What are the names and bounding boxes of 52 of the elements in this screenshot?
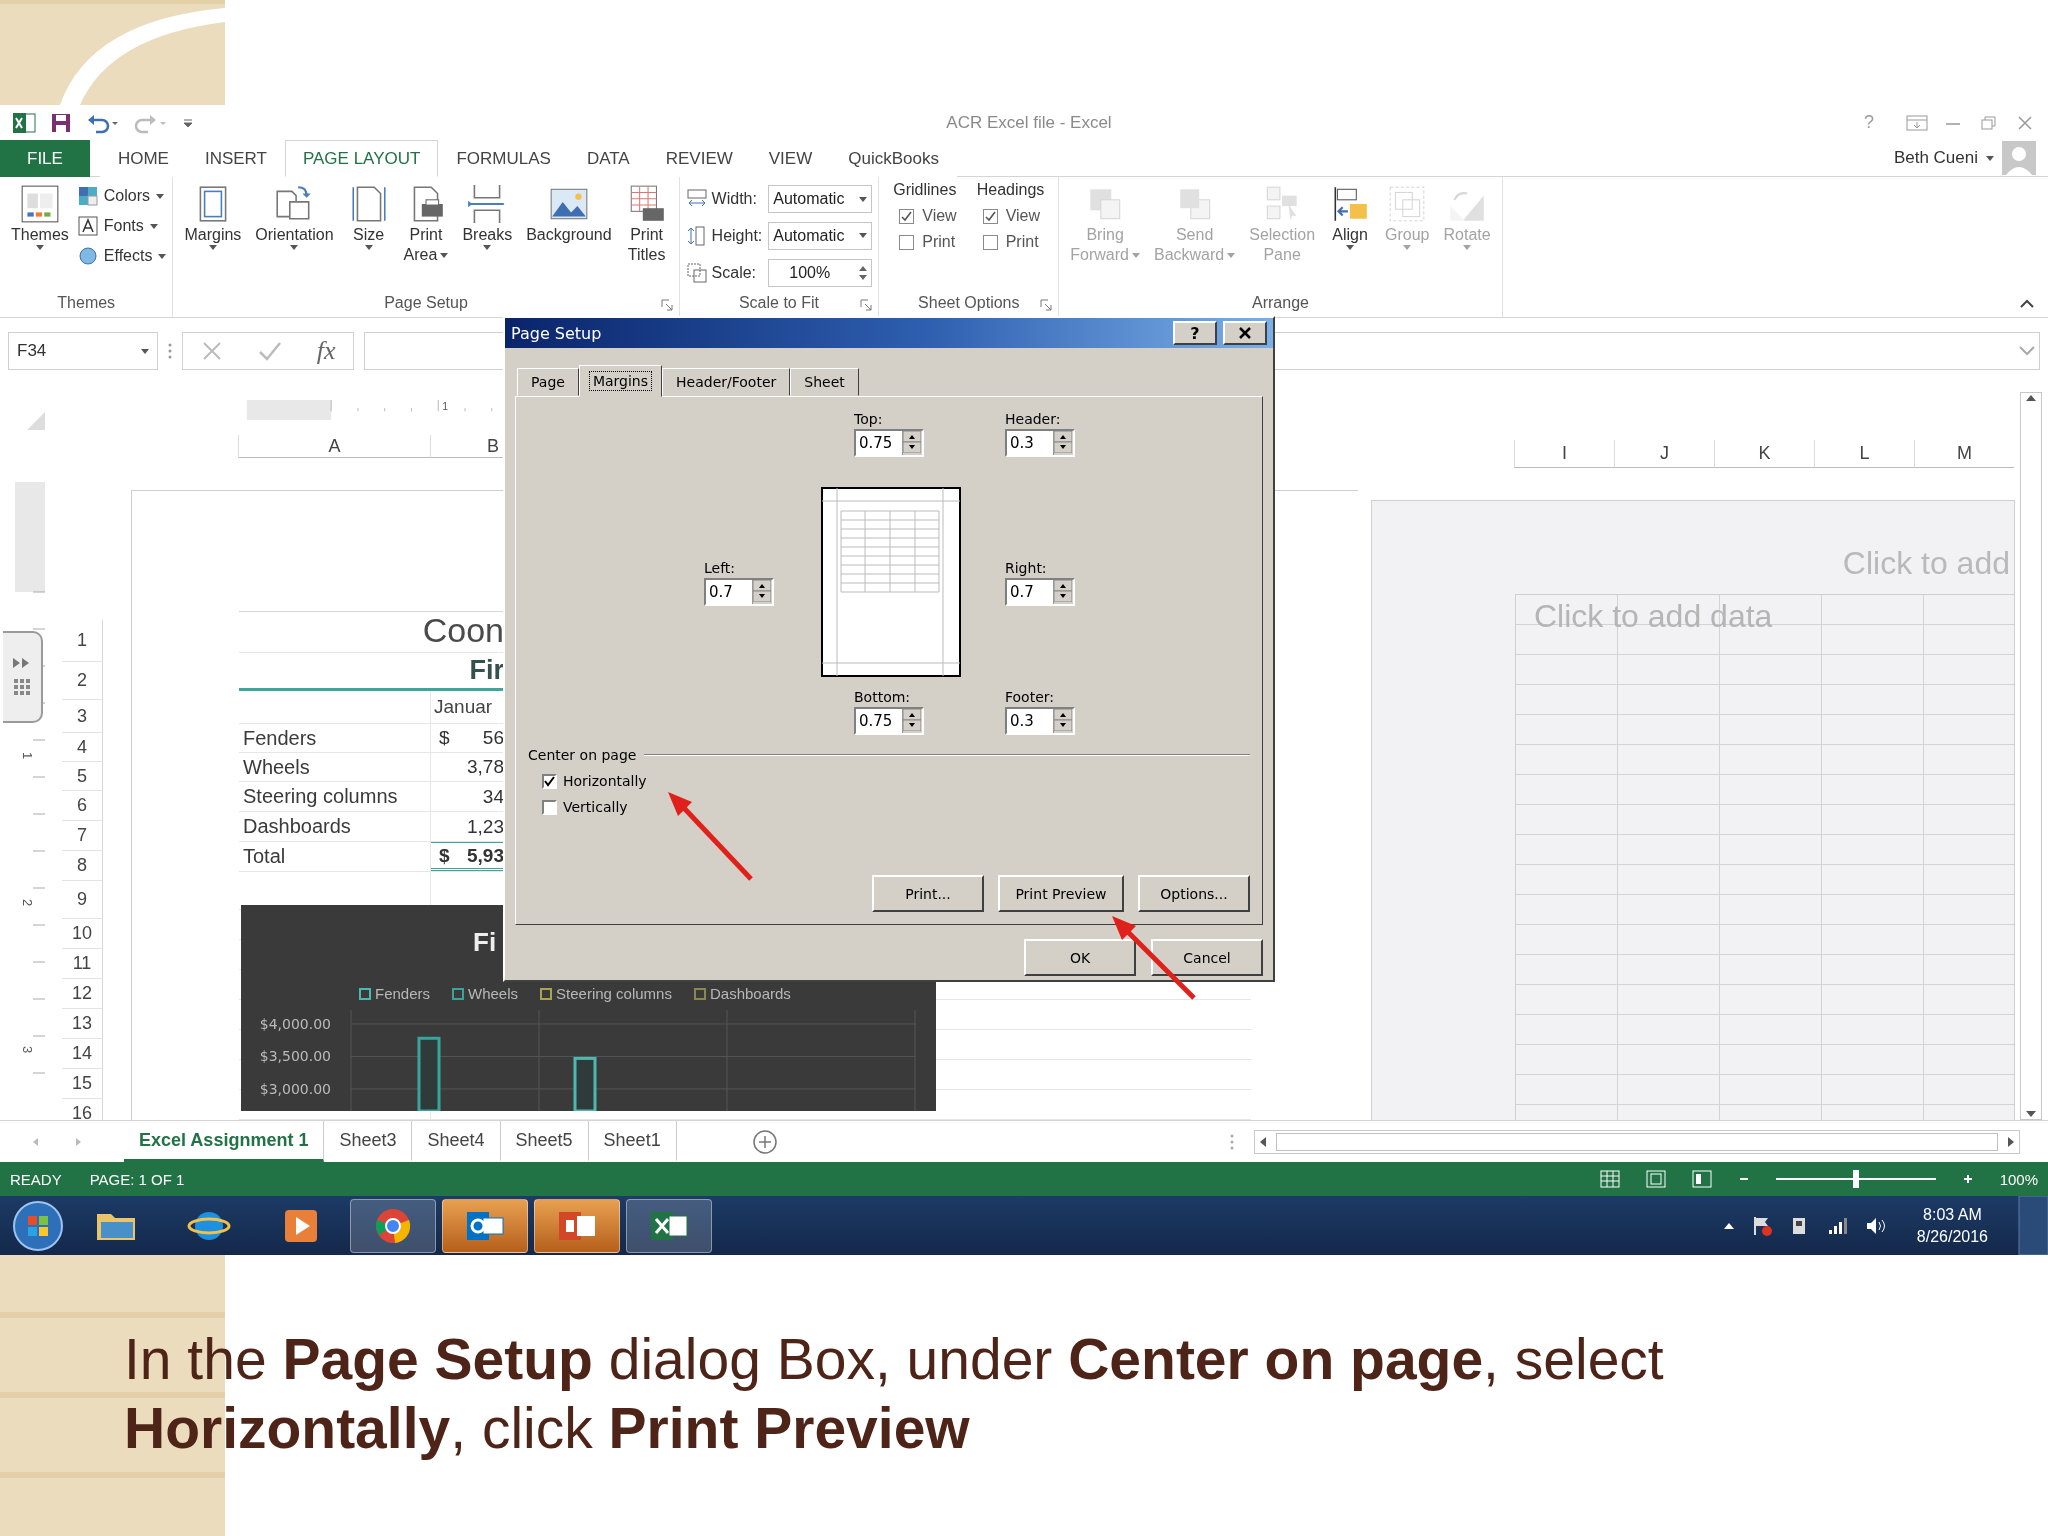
group-label: Themes: [57, 294, 116, 312]
table-title: Coon: [421, 612, 505, 651]
field-label: Top:: [854, 411, 884, 427]
field-label: Bottom:: [854, 689, 912, 705]
axis-label: $3,500.00: [259, 1048, 331, 1065]
group-label: Page Setup: [384, 294, 468, 312]
option-group-title: Gridlines: [893, 181, 957, 199]
window-title: ACR Excel file - Excel: [945, 112, 1113, 133]
ruler-label: 1: [442, 400, 449, 412]
ruler-label: 1: [20, 752, 35, 760]
table-cell-text: 3,78: [466, 755, 505, 779]
table-cell: Wheels: [239, 753, 431, 781]
ruler-label: 2: [20, 899, 35, 907]
axis-label: $3,000.00: [259, 1080, 331, 1097]
table-subtitle: Fir: [468, 654, 505, 687]
legend-item: Fenders: [359, 985, 431, 1002]
field-label: Left:: [704, 560, 737, 576]
ruler-label: 3: [20, 1046, 35, 1054]
option-group-title: Headings: [976, 181, 1045, 199]
field-label: Scale:: [711, 263, 757, 282]
field-label: Width:: [711, 190, 757, 209]
table-cell: Total: [239, 842, 431, 871]
checkbox-label: Horizontally: [563, 773, 647, 789]
checkbox-label: Vertically: [563, 799, 628, 815]
checkbox-label: View: [922, 207, 957, 225]
legend-item: Wheels: [452, 985, 519, 1002]
axis-label: $4,000.00: [259, 1016, 331, 1032]
checkbox-label: Print: [1005, 233, 1039, 251]
table-cell-text: 34: [481, 784, 505, 809]
field-label: Header:: [1005, 411, 1062, 427]
status-text: PAGE: 1 OF 1: [89, 1170, 185, 1188]
field-label: Footer:: [1005, 689, 1055, 705]
legend-item: Steering columns: [540, 985, 672, 1002]
table-cell-text: $ 56: [438, 726, 505, 750]
checkbox-label: Print: [922, 233, 956, 251]
table-cell-text: Januar: [433, 695, 494, 719]
group-label: Sheet Options: [918, 294, 1020, 312]
status-text: READY: [10, 1170, 62, 1188]
table-cell: Dashboards: [239, 812, 431, 841]
field-label: Right:: [1005, 560, 1048, 576]
table-cell: Fenders: [239, 724, 431, 752]
group-label: Arrange: [1252, 294, 1309, 312]
chart-title: Fi: [473, 927, 497, 958]
dialog-title: Page Setup: [511, 323, 603, 343]
table-cell: Steering columns: [239, 782, 431, 811]
field-label: Height:: [711, 227, 763, 245]
section-label: Center on page: [528, 747, 637, 763]
caption: In the Page Setup dialog Box, under Center on page, select Horizontally, click Print Preview: [124, 1326, 1665, 1462]
group-label: Scale to Fit: [738, 294, 819, 312]
checkbox-label: View: [1005, 207, 1041, 225]
legend-item: Dashboards: [693, 985, 791, 1002]
table-cell-text: 1,23: [466, 814, 505, 839]
